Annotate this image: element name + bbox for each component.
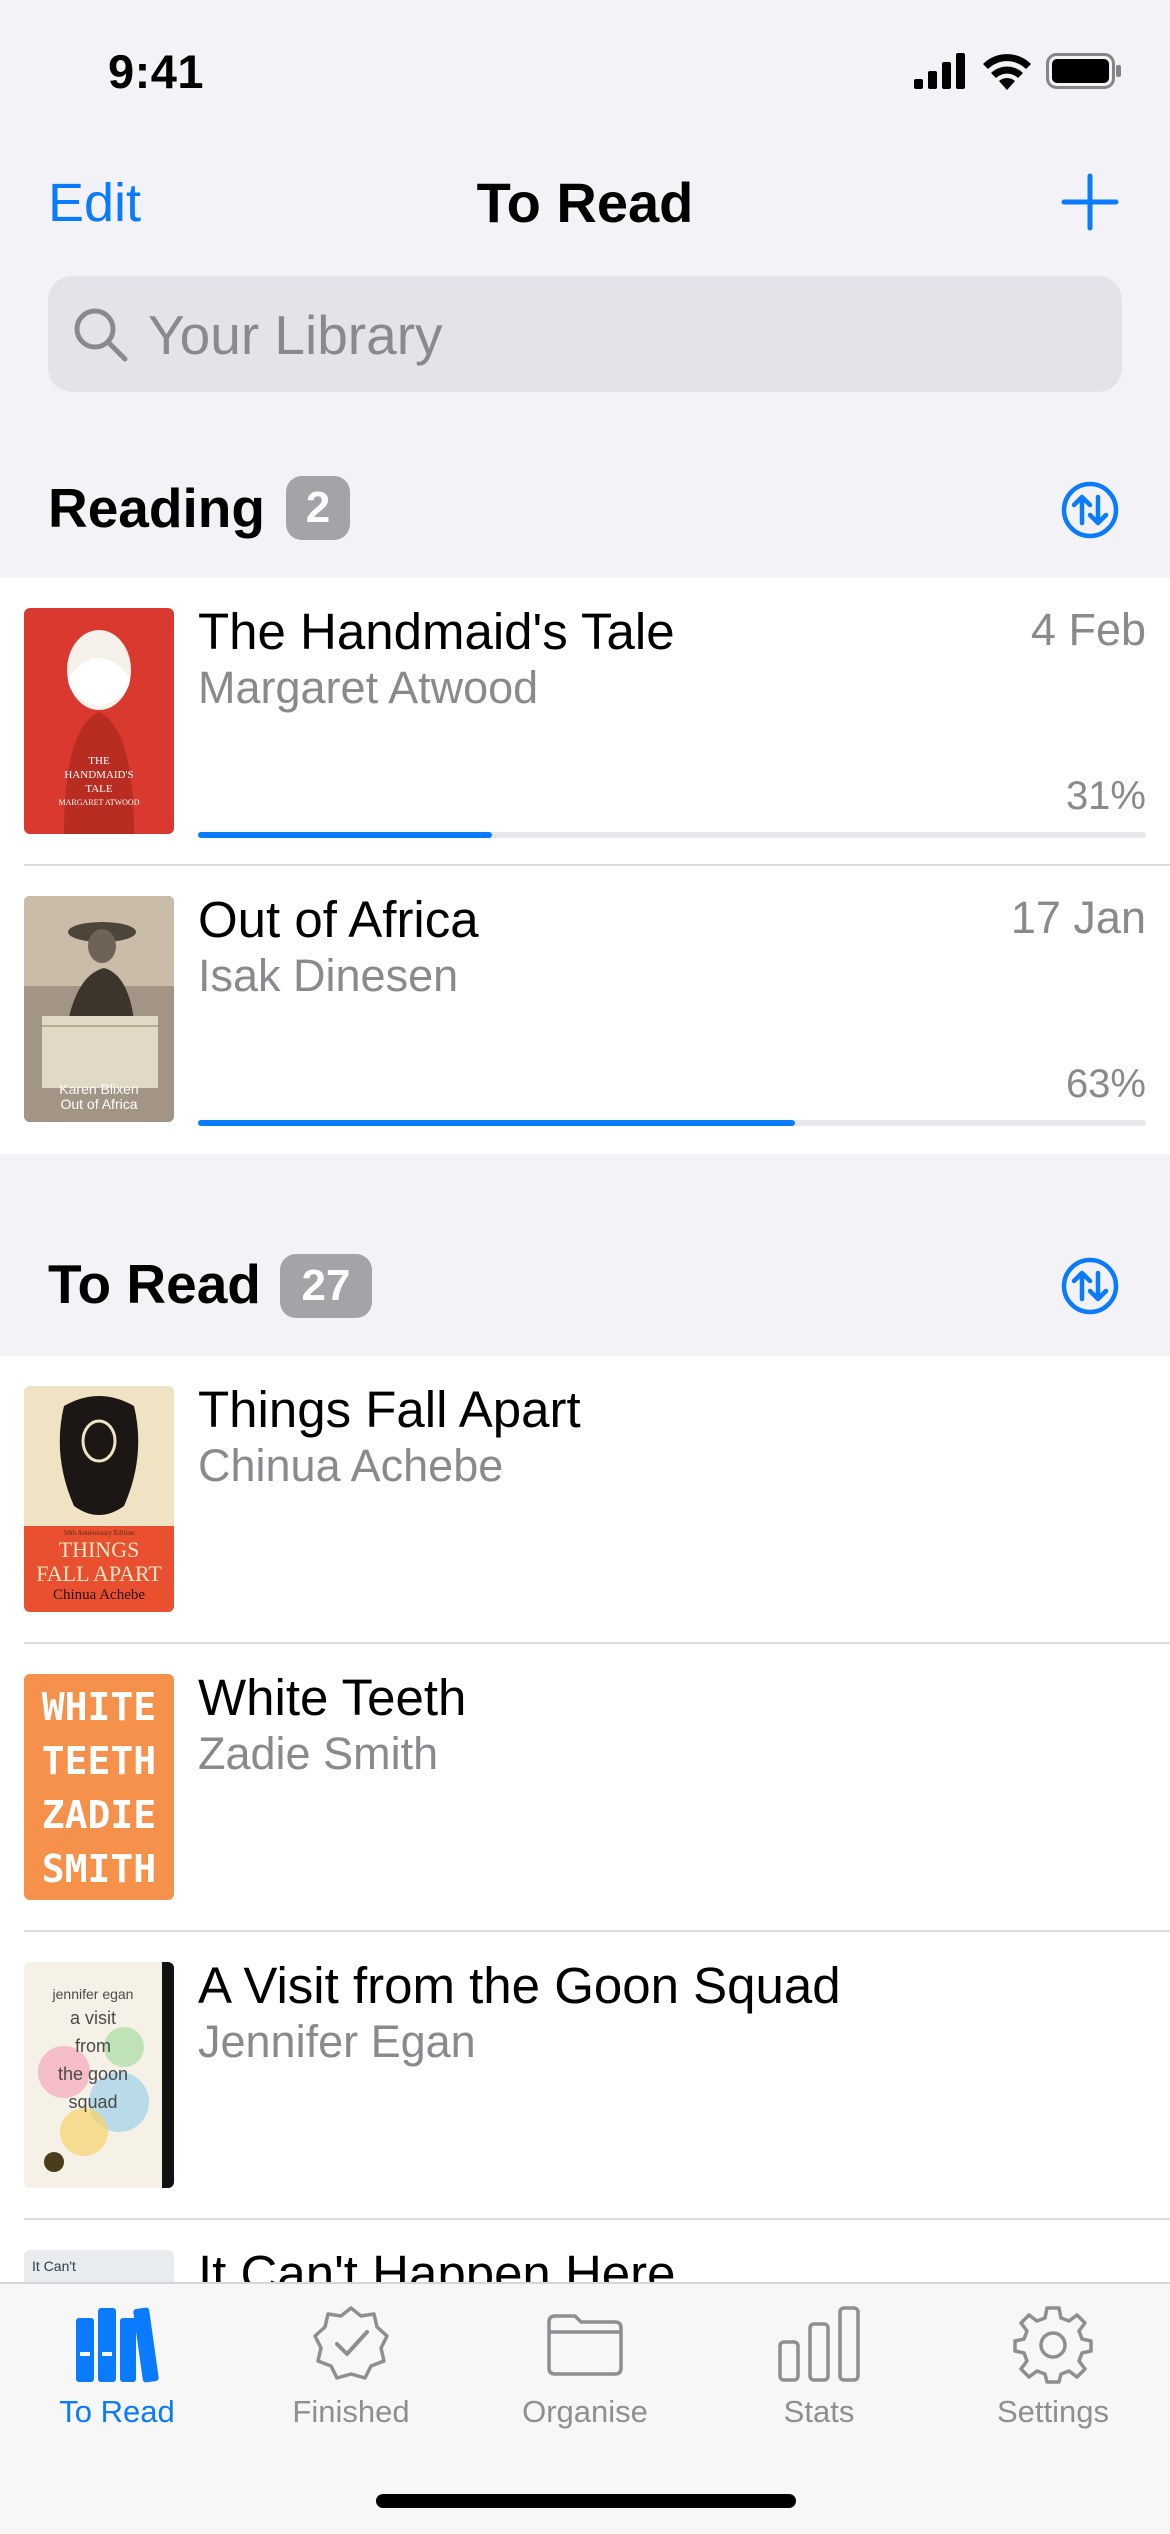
list-item[interactable]: Karen Blixen Out of Africa Out of Africa… bbox=[0, 866, 1170, 1154]
book-date: 17 Jan bbox=[1010, 892, 1146, 943]
tab-to-read[interactable]: To Read bbox=[0, 2304, 234, 2430]
battery-icon bbox=[1046, 53, 1121, 89]
book-title: Things Fall Apart bbox=[198, 1381, 581, 1438]
book-cover: 50th Anniversary Edition THINGS FALL APA… bbox=[24, 1386, 174, 1612]
tab-finished[interactable]: Finished bbox=[234, 2304, 468, 2430]
book-author: Jennifer Egan bbox=[198, 2016, 476, 2067]
book-title: A Visit from the Goon Squad bbox=[198, 1957, 841, 2014]
search-bar[interactable] bbox=[48, 276, 1122, 394]
progress-percent: 31% bbox=[1065, 774, 1146, 818]
cover-text: TEETH bbox=[41, 1739, 157, 1783]
cover-text: squad bbox=[68, 2092, 118, 2112]
books-icon bbox=[76, 2307, 159, 2383]
progress-bar bbox=[198, 832, 1146, 838]
cover-text: ZADIE bbox=[41, 1793, 157, 1837]
tab-organise[interactable]: Organise bbox=[468, 2304, 702, 2430]
tab-label: Organise bbox=[522, 2394, 648, 2429]
cover-text: the goon bbox=[57, 2064, 129, 2084]
reading-count-badge: 2 bbox=[286, 476, 350, 540]
status-time: 9:41 bbox=[108, 45, 205, 98]
gear-icon bbox=[1013, 2306, 1093, 2384]
book-author: Margaret Atwood bbox=[198, 662, 539, 713]
section-title-to-read: To Read bbox=[48, 1253, 261, 1315]
sort-reading-button[interactable] bbox=[1060, 480, 1120, 540]
cover-text: THINGS bbox=[58, 1537, 140, 1562]
list-item[interactable]: WHITE TEETH ZADIE SMITH White Teeth Zadi… bbox=[0, 1644, 1170, 1932]
progress-fill bbox=[198, 1120, 796, 1126]
progress-fill bbox=[198, 832, 492, 838]
cover-text: MARGARET ATWOOD bbox=[58, 798, 140, 807]
cover-text: SMITH bbox=[41, 1847, 157, 1891]
chart-bars-icon bbox=[778, 2306, 860, 2382]
book-title: The Handmaid's Tale bbox=[198, 603, 675, 660]
to-read-count-badge: 27 bbox=[280, 1254, 372, 1318]
list-item[interactable]: It Can't It Can't Happen Here bbox=[0, 2220, 1170, 2282]
list-item[interactable]: jennifer egan a visit from the goon squa… bbox=[0, 1932, 1170, 2220]
book-title: It Can't Happen Here bbox=[198, 2245, 676, 2282]
tab-label: Settings bbox=[996, 2394, 1109, 2429]
cover-text: Out of Africa bbox=[60, 1096, 138, 1112]
book-cover: THE HANDMAID'S TALE MARGARET ATWOOD bbox=[24, 608, 174, 834]
book-author: Isak Dinesen bbox=[198, 950, 459, 1001]
home-indicator bbox=[376, 2494, 796, 2508]
book-cover: Karen Blixen Out of Africa bbox=[24, 896, 174, 1122]
status-icons bbox=[914, 52, 1122, 90]
folder-icon bbox=[547, 2314, 623, 2376]
cover-text: WHITE bbox=[41, 1685, 157, 1729]
cover-text: Karen Blixen bbox=[59, 1081, 139, 1097]
progress-percent: 63% bbox=[1065, 1062, 1146, 1106]
progress-bar bbox=[198, 1120, 1146, 1126]
tab-label: To Read bbox=[59, 2394, 175, 2429]
tab-stats[interactable]: Stats bbox=[702, 2304, 936, 2430]
add-book-button[interactable] bbox=[1058, 170, 1122, 234]
page-title: To Read bbox=[476, 171, 694, 234]
list-item[interactable]: 50th Anniversary Edition THINGS FALL APA… bbox=[0, 1356, 1170, 1644]
to-read-list: 50th Anniversary Edition THINGS FALL APA… bbox=[0, 1356, 1170, 2282]
cover-text: a visit bbox=[69, 2008, 116, 2028]
book-title: Out of Africa bbox=[198, 891, 479, 948]
cover-text: THE bbox=[88, 755, 110, 767]
search-input[interactable] bbox=[146, 276, 1090, 394]
checkmark-seal-icon bbox=[313, 2306, 389, 2380]
cover-text: It Can't bbox=[32, 2258, 76, 2274]
tab-settings[interactable]: Settings bbox=[936, 2304, 1170, 2430]
wifi-icon bbox=[983, 54, 1031, 90]
book-author: Zadie Smith bbox=[198, 1728, 439, 1779]
reading-list: THE HANDMAID'S TALE MARGARET ATWOOD The … bbox=[0, 578, 1170, 1154]
book-date: 4 Feb bbox=[1030, 604, 1146, 655]
cover-text: jennifer egan bbox=[52, 1986, 134, 2002]
book-cover: It Can't bbox=[24, 2250, 174, 2282]
cover-text: HANDMAID'S bbox=[64, 769, 134, 781]
cover-text: from bbox=[75, 2036, 111, 2056]
book-author: Chinua Achebe bbox=[198, 1440, 504, 1491]
tab-label: Stats bbox=[783, 2394, 855, 2429]
cover-text: FALL APART bbox=[36, 1561, 162, 1586]
cover-text: Chinua Achebe bbox=[52, 1587, 146, 1603]
cellular-signal-icon bbox=[914, 53, 965, 89]
search-icon bbox=[74, 308, 128, 362]
book-cover: jennifer egan a visit from the goon squa… bbox=[24, 1962, 174, 2188]
section-title-reading: Reading bbox=[48, 477, 265, 539]
list-item[interactable]: THE HANDMAID'S TALE MARGARET ATWOOD The … bbox=[0, 578, 1170, 866]
book-title: White Teeth bbox=[198, 1669, 467, 1726]
tab-label: Finished bbox=[292, 2394, 410, 2429]
sort-to-read-button[interactable] bbox=[1060, 1256, 1120, 1316]
cover-text: TALE bbox=[85, 783, 113, 795]
book-cover: WHITE TEETH ZADIE SMITH bbox=[24, 1674, 174, 1900]
